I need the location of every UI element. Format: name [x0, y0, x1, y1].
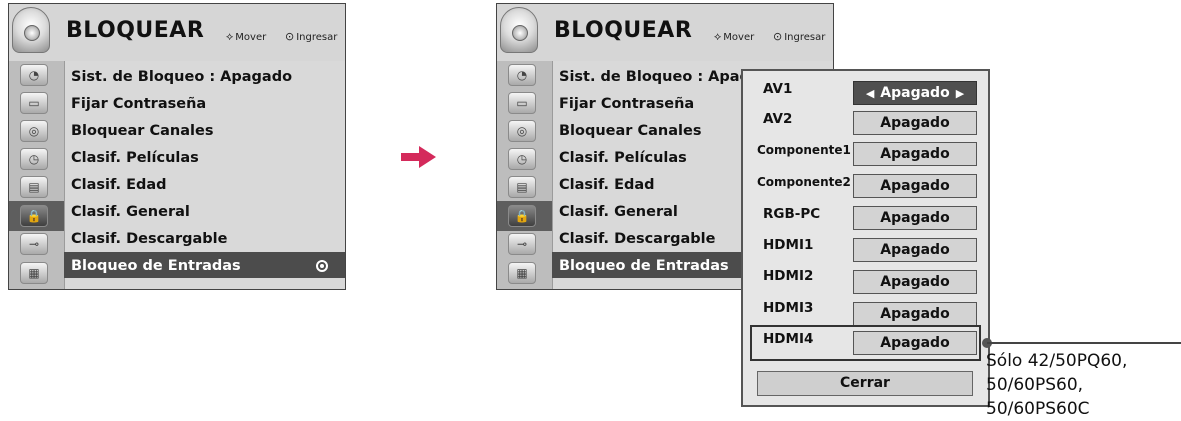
menu-item-general-rating[interactable]: Clasif. General	[71, 204, 190, 220]
menu-item-movie-rating[interactable]: Clasif. Películas	[71, 150, 199, 166]
input-toggle-component1[interactable]: Apagado	[853, 142, 977, 166]
picture-icon[interactable]: ▤	[508, 176, 536, 198]
menu-item-lock-system[interactable]: Sist. de Bloqueo : Apag	[559, 69, 750, 85]
menu-item-general-rating[interactable]: Clasif. General	[559, 204, 678, 220]
input-label-rgb-pc: RGB-PC	[763, 206, 821, 222]
input-toggle-av2[interactable]: Apagado	[853, 111, 977, 135]
model-note-line: 50/60PS60,	[986, 375, 1084, 395]
menu-title: BLOQUEAR	[554, 18, 693, 43]
callout-line	[987, 342, 1181, 344]
satellite-dish-icon[interactable]: ◔	[508, 64, 536, 86]
clock-icon[interactable]: ◷	[508, 148, 536, 170]
input-label-hdmi1: HDMI1	[763, 237, 814, 253]
speaker-icon[interactable]: ◎	[20, 120, 48, 142]
menu-item-input-block[interactable]: Bloqueo de Entradas	[71, 258, 241, 274]
transition-arrow-shaft	[401, 153, 421, 161]
ok-button-icon: ⊙	[285, 30, 295, 43]
menu-item-set-password[interactable]: Fijar Contraseña	[71, 96, 206, 112]
menu-item-age-rating[interactable]: Clasif. Edad	[71, 177, 167, 193]
input-label-hdmi3: HDMI3	[763, 300, 814, 316]
close-button[interactable]: Cerrar	[757, 371, 973, 396]
right-arrow-icon[interactable]: ▶	[956, 83, 964, 105]
menu-item-downloadable-rating[interactable]: Clasif. Descargable	[71, 231, 227, 247]
input-label-component1: Componente1	[757, 143, 851, 157]
enter-hint: ⊙ Ingresar	[773, 30, 825, 43]
menu-header: BLOQUEAR ⟡ Mover ⊙ Ingresar	[497, 4, 833, 61]
lock-icon[interactable]: 🔒	[508, 205, 536, 227]
clock-icon[interactable]: ◷	[20, 148, 48, 170]
move-hint: ⟡ Mover	[226, 30, 266, 44]
plug-icon[interactable]: ⊸	[20, 233, 48, 255]
speaker-icon[interactable]: ◎	[508, 120, 536, 142]
tv-screen-icon[interactable]: ▭	[20, 92, 48, 114]
category-sidebar: ◔ ▭ ◎ ◷ ▤ 🔒 ⊸ ▦	[497, 61, 553, 289]
input-label-av2: AV2	[763, 111, 793, 127]
enter-hint: ⊙ Ingresar	[285, 30, 337, 43]
transition-arrow-icon	[419, 146, 436, 168]
menu-item-set-password[interactable]: Fijar Contraseña	[559, 96, 694, 112]
move-hint: ⟡ Mover	[714, 30, 754, 44]
model-note-line: Sólo 42/50PQ60,	[986, 351, 1128, 371]
settings-box-icon[interactable]: ▦	[508, 262, 536, 284]
move-hint-label: Mover	[235, 32, 267, 43]
menu-item-downloadable-rating[interactable]: Clasif. Descargable	[559, 231, 715, 247]
menu-item-movie-rating[interactable]: Clasif. Películas	[559, 150, 687, 166]
input-label-hdmi2: HDMI2	[763, 268, 814, 284]
input-toggle-hdmi4[interactable]: Apagado	[853, 331, 977, 355]
menu-title: BLOQUEAR	[66, 18, 205, 43]
input-label-hdmi4: HDMI4	[763, 331, 814, 347]
input-toggle-hdmi3[interactable]: Apagado	[853, 302, 977, 326]
menu-item-input-block[interactable]: Bloqueo de Entradas	[559, 258, 729, 274]
satellite-dish-icon[interactable]: ◔	[20, 64, 48, 86]
menu-header: BLOQUEAR ⟡ Mover ⊙ Ingresar	[9, 4, 345, 61]
input-block-popup: AV1 ◀ Apagado ▶ AV2 Apagado Componente1 Ap…	[741, 69, 990, 407]
model-note: Sólo 42/50PQ60, 50/60PS60, 50/60PS60C	[986, 349, 1127, 421]
category-sidebar: ◔ ▭ ◎ ◷ ▤ 🔒 ⊸ ▦	[9, 61, 65, 289]
lock-icon[interactable]: 🔒	[20, 205, 48, 227]
menu-item-lock-system[interactable]: Sist. de Bloqueo : Apagado	[71, 69, 292, 85]
input-toggle-hdmi2[interactable]: Apagado	[853, 270, 977, 294]
input-toggle-av1[interactable]: ◀ Apagado ▶	[853, 81, 977, 105]
menu-item-block-channels[interactable]: Bloquear Canales	[559, 123, 701, 139]
input-toggle-rgb-pc[interactable]: Apagado	[853, 206, 977, 230]
plug-icon[interactable]: ⊸	[508, 233, 536, 255]
enter-hint-label: Ingresar	[784, 32, 826, 43]
menu-item-block-channels[interactable]: Bloquear Canales	[71, 123, 213, 139]
model-note-line: 50/60PS60C	[986, 399, 1090, 419]
ok-indicator-icon	[316, 260, 328, 272]
settings-box-icon[interactable]: ▦	[20, 262, 48, 284]
picture-icon[interactable]: ▤	[20, 176, 48, 198]
move-hint-label: Mover	[723, 32, 755, 43]
lock-menu-left: BLOQUEAR ⟡ Mover ⊙ Ingresar ◔ ▭ ◎ ◷ ▤ 🔒 ⊸ …	[8, 3, 346, 290]
ok-button-icon: ⊙	[773, 30, 783, 43]
left-arrow-icon[interactable]: ◀	[866, 83, 874, 105]
menu-item-age-rating[interactable]: Clasif. Edad	[559, 177, 655, 193]
input-toggle-hdmi1[interactable]: Apagado	[853, 238, 977, 262]
input-label-component2: Componente2	[757, 175, 851, 189]
lock-menu-icon	[500, 7, 538, 53]
enter-hint-label: Ingresar	[296, 32, 338, 43]
tv-screen-icon[interactable]: ▭	[508, 92, 536, 114]
dpad-icon: ⟡	[226, 30, 234, 43]
input-value-av1: Apagado	[880, 85, 950, 101]
dpad-icon: ⟡	[714, 30, 722, 43]
input-toggle-component2[interactable]: Apagado	[853, 174, 977, 198]
lock-menu-icon	[12, 7, 50, 53]
input-label-av1: AV1	[763, 81, 793, 97]
